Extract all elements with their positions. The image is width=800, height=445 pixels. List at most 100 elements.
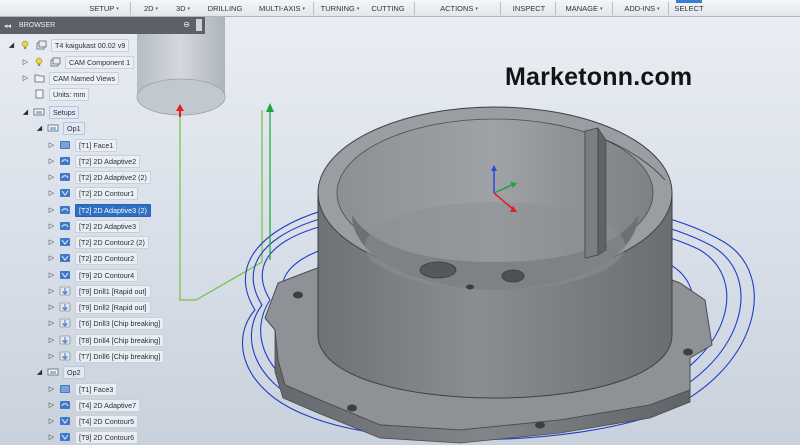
expand-arrow-icon[interactable]: ▷	[48, 432, 55, 442]
tree-item-label[interactable]: Op2	[63, 365, 85, 379]
expand-arrow-icon[interactable]: ▷	[48, 237, 55, 247]
expand-arrow-icon[interactable]: ▷	[48, 270, 55, 280]
visibility-bulb-icon[interactable]	[33, 57, 45, 68]
expanded-arrow-icon[interactable]: ◢	[36, 367, 43, 377]
tree-row[interactable]: ▷ [T9] Drill2 [Rapid out]	[48, 300, 151, 314]
tree-item-label[interactable]: Op1	[63, 121, 85, 135]
tree-row[interactable]: ▷ [T2] 2D Adaptive2	[48, 154, 141, 168]
expand-arrow-icon[interactable]: ▷	[48, 302, 55, 312]
inspect-menu[interactable]: INSPECT	[510, 0, 548, 17]
turning-menu[interactable]: TURNING ▾	[316, 0, 364, 17]
tree-row[interactable]: ▷ [T2] 2D Adaptive3 (2)	[48, 203, 151, 217]
add-ins-menu[interactable]: ADD-INS ▾	[620, 0, 664, 17]
2d-menu[interactable]: 2D ▾	[138, 0, 164, 17]
tree-row[interactable]: ◢ T4 kaigukast 00.02 v9	[8, 38, 130, 52]
panel-grip[interactable]	[196, 19, 202, 31]
tree-item-label[interactable]: [T2] 2D Adaptive3 (2)	[75, 203, 151, 217]
tree-row[interactable]: ▷ [T8] Drill4 [Chip breaking]	[48, 333, 165, 347]
expand-arrow-icon[interactable]: ▷	[48, 253, 55, 263]
tree-item-label[interactable]: [T9] Drill1 [Rapid out]	[75, 284, 151, 298]
tree-row[interactable]: ◢ Op1	[36, 121, 85, 135]
expand-arrow-icon[interactable]: ▷	[48, 400, 55, 410]
expanded-arrow-icon[interactable]: ◢	[8, 40, 15, 50]
tree-item-label[interactable]: CAM Component 1	[65, 55, 135, 69]
tree-row[interactable]: ▷ [T2] 2D Adaptive2 (2)	[48, 170, 151, 184]
tree-row[interactable]: ▷ [T2] 2D Contour2 (2)	[48, 235, 149, 249]
tree-row[interactable]: ▷ [T2] 2D Adaptive3	[48, 219, 141, 233]
expand-arrow-icon[interactable]: ▷	[22, 57, 29, 67]
expand-arrow-icon[interactable]: ▷	[22, 73, 29, 83]
tree-row[interactable]: ▷ [T1] Face3	[48, 382, 118, 396]
tree-row[interactable]: ▷ [T9] 2D Contour4	[48, 268, 139, 282]
tree-row[interactable]: ▷ [T6] Drill3 [Chip breaking]	[48, 316, 165, 330]
tree-item-label[interactable]: [T4] 2D Contour5	[75, 414, 139, 428]
3d-menu[interactable]: 3D ▾	[170, 0, 196, 17]
tree-row[interactable]: ▷ [T9] 2D Contour6	[48, 430, 139, 444]
tree-item-label[interactable]: [T7] Drill6 [Chip breaking]	[75, 349, 165, 363]
tree-item-label[interactable]: Setups	[49, 105, 80, 119]
tree-item-label[interactable]: [T4] 2D Adaptive7	[75, 398, 141, 412]
tree-row[interactable]: ▷ [T7] Drill6 [Chip breaking]	[48, 349, 165, 363]
tree-row[interactable]: ▷ [T9] Drill1 [Rapid out]	[48, 284, 151, 298]
menu-label: 2D	[143, 4, 154, 13]
tree-item-label[interactable]: [T6] Drill3 [Chip breaking]	[75, 316, 165, 330]
tree-item-label[interactable]: [T2] 2D Contour1	[75, 186, 139, 200]
chevron-down-icon: ▾	[116, 5, 119, 12]
tree-item-label[interactable]: [T2] 2D Adaptive2	[75, 154, 141, 168]
contour-icon	[59, 188, 71, 199]
expand-arrow-icon[interactable]: ▷	[48, 351, 55, 361]
chevron-down-icon: ▾	[187, 5, 191, 12]
expand-arrow-icon[interactable]: ▷	[48, 156, 55, 166]
expand-arrow-icon[interactable]: ▷	[48, 205, 55, 215]
tree-row[interactable]: ◢ Op2	[36, 365, 85, 379]
expand-arrow-icon[interactable]: ▷	[48, 172, 55, 182]
expand-arrow-icon[interactable]: ▷	[48, 335, 55, 345]
tree-row[interactable]: Units: mm	[22, 87, 90, 101]
tree-item-label[interactable]: [T9] 2D Contour6	[75, 430, 139, 444]
adaptive-icon	[59, 400, 71, 411]
tree-item-label[interactable]: [T2] 2D Adaptive2 (2)	[75, 170, 151, 184]
tree-item-label[interactable]: CAM Named Views	[49, 71, 120, 85]
contour-icon	[59, 270, 71, 281]
expanded-arrow-icon[interactable]: ◢	[36, 123, 43, 133]
tree-row[interactable]: ▷ CAM Component 1	[22, 55, 135, 69]
tree-row[interactable]: ◢ Setups	[22, 105, 80, 119]
expand-arrow-icon	[22, 89, 29, 99]
pin-icon[interactable]: ⊖	[183, 20, 190, 29]
expand-arrow-icon[interactable]: ▷	[48, 188, 55, 198]
tree-item-label[interactable]: [T2] 2D Adaptive3	[75, 219, 141, 233]
expanded-arrow-icon[interactable]: ◢	[22, 107, 29, 117]
tree-item-label[interactable]: Units: mm	[49, 87, 90, 101]
expand-arrow-icon[interactable]: ▷	[48, 416, 55, 426]
expand-arrow-icon[interactable]: ▷	[48, 286, 55, 296]
tree-row[interactable]: ▷ [T2] 2D Contour1	[48, 186, 139, 200]
menu-label: ADD-INS	[624, 4, 656, 13]
visibility-bulb-icon[interactable]	[19, 40, 31, 51]
expand-arrow-icon[interactable]: ▷	[48, 384, 55, 394]
drill-icon	[59, 318, 71, 329]
tree-row[interactable]: ▷ [T1] Face1	[48, 138, 118, 152]
manage-menu[interactable]: MANAGE ▾	[562, 0, 606, 17]
expand-arrow-icon[interactable]: ▷	[48, 318, 55, 328]
actions-menu[interactable]: ACTIONS ▾	[435, 0, 483, 17]
drilling-menu[interactable]: DRILLING	[205, 0, 245, 17]
tree-row[interactable]: ▷ [T4] 2D Contour5	[48, 414, 139, 428]
tree-row[interactable]: ▷ CAM Named Views	[22, 71, 120, 85]
tree-item-label[interactable]: [T8] Drill4 [Chip breaking]	[75, 333, 165, 347]
expand-arrow-icon[interactable]: ▷	[48, 140, 55, 150]
tree-row[interactable]: ▷ [T2] 2D Contour2	[48, 251, 139, 265]
tree-row[interactable]: ▷ [T4] 2D Adaptive7	[48, 398, 141, 412]
multi-axis-menu[interactable]: MULTI-AXIS ▾	[256, 0, 308, 17]
tree-item-label[interactable]: [T9] 2D Contour4	[75, 268, 139, 282]
tree-item-label[interactable]: [T2] 2D Contour2 (2)	[75, 235, 149, 249]
collapse-icon[interactable]: ◂◂	[4, 22, 11, 30]
tree-item-label[interactable]: [T9] Drill2 [Rapid out]	[75, 300, 151, 314]
setup-icon	[47, 123, 59, 134]
tree-item-label[interactable]: [T1] Face1	[75, 138, 118, 152]
tree-item-label[interactable]: T4 kaigukast 00.02 v9	[51, 38, 130, 52]
expand-arrow-icon[interactable]: ▷	[48, 221, 55, 231]
tree-item-label[interactable]: [T1] Face3	[75, 382, 118, 396]
setup-menu[interactable]: SETUP ▾	[85, 0, 123, 17]
cutting-menu[interactable]: CUTTING	[368, 0, 408, 17]
tree-item-label[interactable]: [T2] 2D Contour2	[75, 251, 139, 265]
